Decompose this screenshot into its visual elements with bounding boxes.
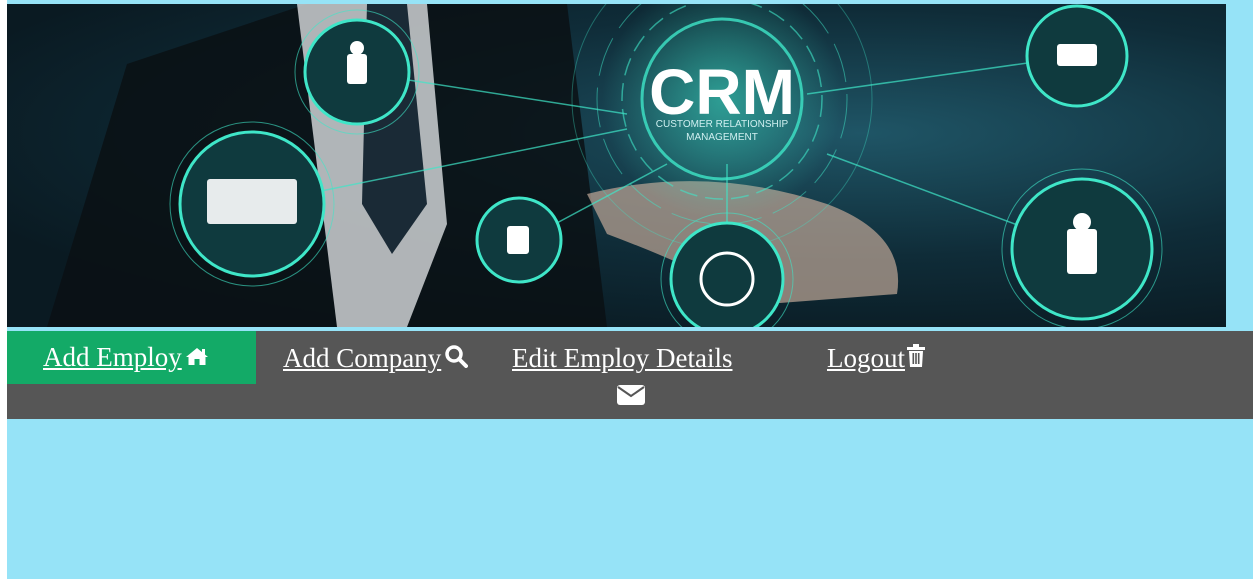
nav-edit-employ-details-label: Edit Employ Details	[512, 342, 733, 373]
banner-subtitle-line1: CUSTOMER RELATIONSHIP	[656, 119, 789, 130]
nav-logout[interactable]: Logout	[827, 341, 926, 375]
nav-add-company[interactable]: Add Company	[283, 341, 469, 375]
banner-subtitle-line2: MANAGEMENT	[686, 132, 758, 143]
nav-add-company-label: Add Company	[283, 342, 442, 373]
nav-add-employ[interactable]: Add Employ	[7, 331, 256, 384]
trash-icon	[906, 343, 926, 373]
home-icon	[185, 344, 209, 371]
banner-title: CRM	[649, 56, 795, 128]
crm-banner-image: CRM CUSTOMER RELATIONSHIP MANAGEMENT	[7, 4, 1226, 327]
nav-logout-label: Logout	[827, 342, 905, 373]
nav-add-employ-label: Add Employ	[43, 342, 182, 372]
page: CRM CUSTOMER RELATIONSHIP MANAGEMENT Add…	[7, 0, 1253, 579]
envelope-icon	[616, 384, 646, 411]
search-icon	[444, 344, 469, 373]
nav-edit-employ-details[interactable]: Edit Employ Details	[512, 341, 732, 375]
